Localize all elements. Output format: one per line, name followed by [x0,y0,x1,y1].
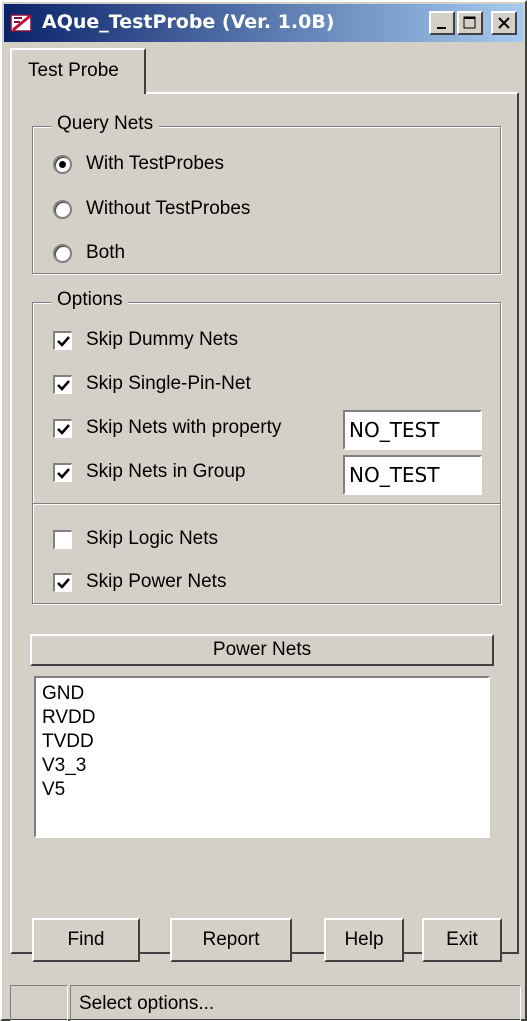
checkbox-label: Skip Logic Nets [86,528,219,549]
check-skip-nets-in-group[interactable]: Skip Nets in Group [53,461,245,483]
radio-label: With TestProbes [86,153,224,174]
close-button[interactable] [491,11,517,35]
status-pane-message: Select options... [70,985,521,1021]
status-bar: Select options... [4,979,523,1021]
status-message: Select options... [79,993,215,1014]
options-legend: Options [51,289,129,311]
list-item[interactable]: V3_3 [42,754,482,778]
find-button[interactable]: Find [32,918,140,962]
report-button[interactable]: Report [170,918,292,962]
checkmark-icon [57,379,70,391]
checkmark-icon [57,467,70,479]
check-skip-power-nets[interactable]: Skip Power Nets [53,571,226,593]
minimize-button[interactable] [429,11,455,35]
app-icon [10,14,32,32]
help-button[interactable]: Help [324,918,404,962]
options-group: Options Skip Dummy Nets Skip Single-Pin-… [32,289,501,604]
maximize-icon [463,16,476,29]
radio-with-testprobes[interactable]: With TestProbes [53,153,224,175]
checkbox-label: Skip Nets with property [86,417,282,438]
checkbox-label: Skip Power Nets [86,571,227,592]
checkbox[interactable] [53,330,72,350]
tab-test-probe[interactable]: Test Probe [10,48,146,94]
query-nets-legend: Query Nets [51,113,160,135]
checkbox[interactable] [53,572,72,592]
list-item[interactable]: GND [42,682,482,706]
check-skip-logic-nets[interactable]: Skip Logic Nets [53,528,218,550]
checkmark-icon [57,577,70,589]
checkbox[interactable] [53,462,72,482]
power-nets-list[interactable]: GND RVDD TVDD V3_3 V5 [34,676,490,838]
radio-label: Without TestProbes [86,198,251,219]
check-skip-nets-with-property[interactable]: Skip Nets with property [53,417,281,439]
radio-button[interactable] [53,243,72,263]
checkbox-label: Skip Nets in Group [86,461,246,482]
radio-without-testprobes[interactable]: Without TestProbes [53,198,250,220]
list-item[interactable]: TVDD [42,730,482,754]
checkmark-icon [57,335,70,347]
radio-button[interactable] [53,199,72,219]
group-name-input[interactable] [343,455,482,495]
power-nets-button[interactable]: Power Nets [30,634,494,666]
list-item[interactable]: V5 [42,778,482,802]
checkbox-label: Skip Dummy Nets [86,329,239,350]
minimize-icon [437,27,446,29]
checkbox[interactable] [53,529,72,549]
close-icon [498,17,510,29]
checkbox[interactable] [53,418,72,438]
tab-label: Test Probe [28,60,119,81]
check-skip-single-pin-net[interactable]: Skip Single-Pin-Net [53,373,251,395]
radio-both[interactable]: Both [53,242,125,264]
title-bar[interactable]: AQue_TestProbe (Ver. 1.0B) [4,4,523,42]
checkmark-icon [57,423,70,435]
property-name-input[interactable] [343,410,482,450]
app-window: AQue_TestProbe (Ver. 1.0B) Test Probe Qu… [0,0,527,1021]
options-divider [33,503,500,505]
checkbox-label: Skip Single-Pin-Net [86,373,251,394]
query-nets-group: Query Nets With TestProbes Without TestP… [32,113,501,274]
maximize-button[interactable] [457,11,483,35]
exit-button[interactable]: Exit [422,918,502,962]
tab-panel: Query Nets With TestProbes Without TestP… [10,92,519,962]
checkbox[interactable] [53,374,72,394]
list-item[interactable]: RVDD [42,706,482,730]
radio-button[interactable] [53,154,72,174]
status-pane-left [10,985,68,1021]
check-skip-dummy-nets[interactable]: Skip Dummy Nets [53,329,238,351]
radio-selected-dot [59,160,66,168]
window-title: AQue_TestProbe (Ver. 1.0B) [42,11,335,33]
radio-label: Both [86,242,126,263]
